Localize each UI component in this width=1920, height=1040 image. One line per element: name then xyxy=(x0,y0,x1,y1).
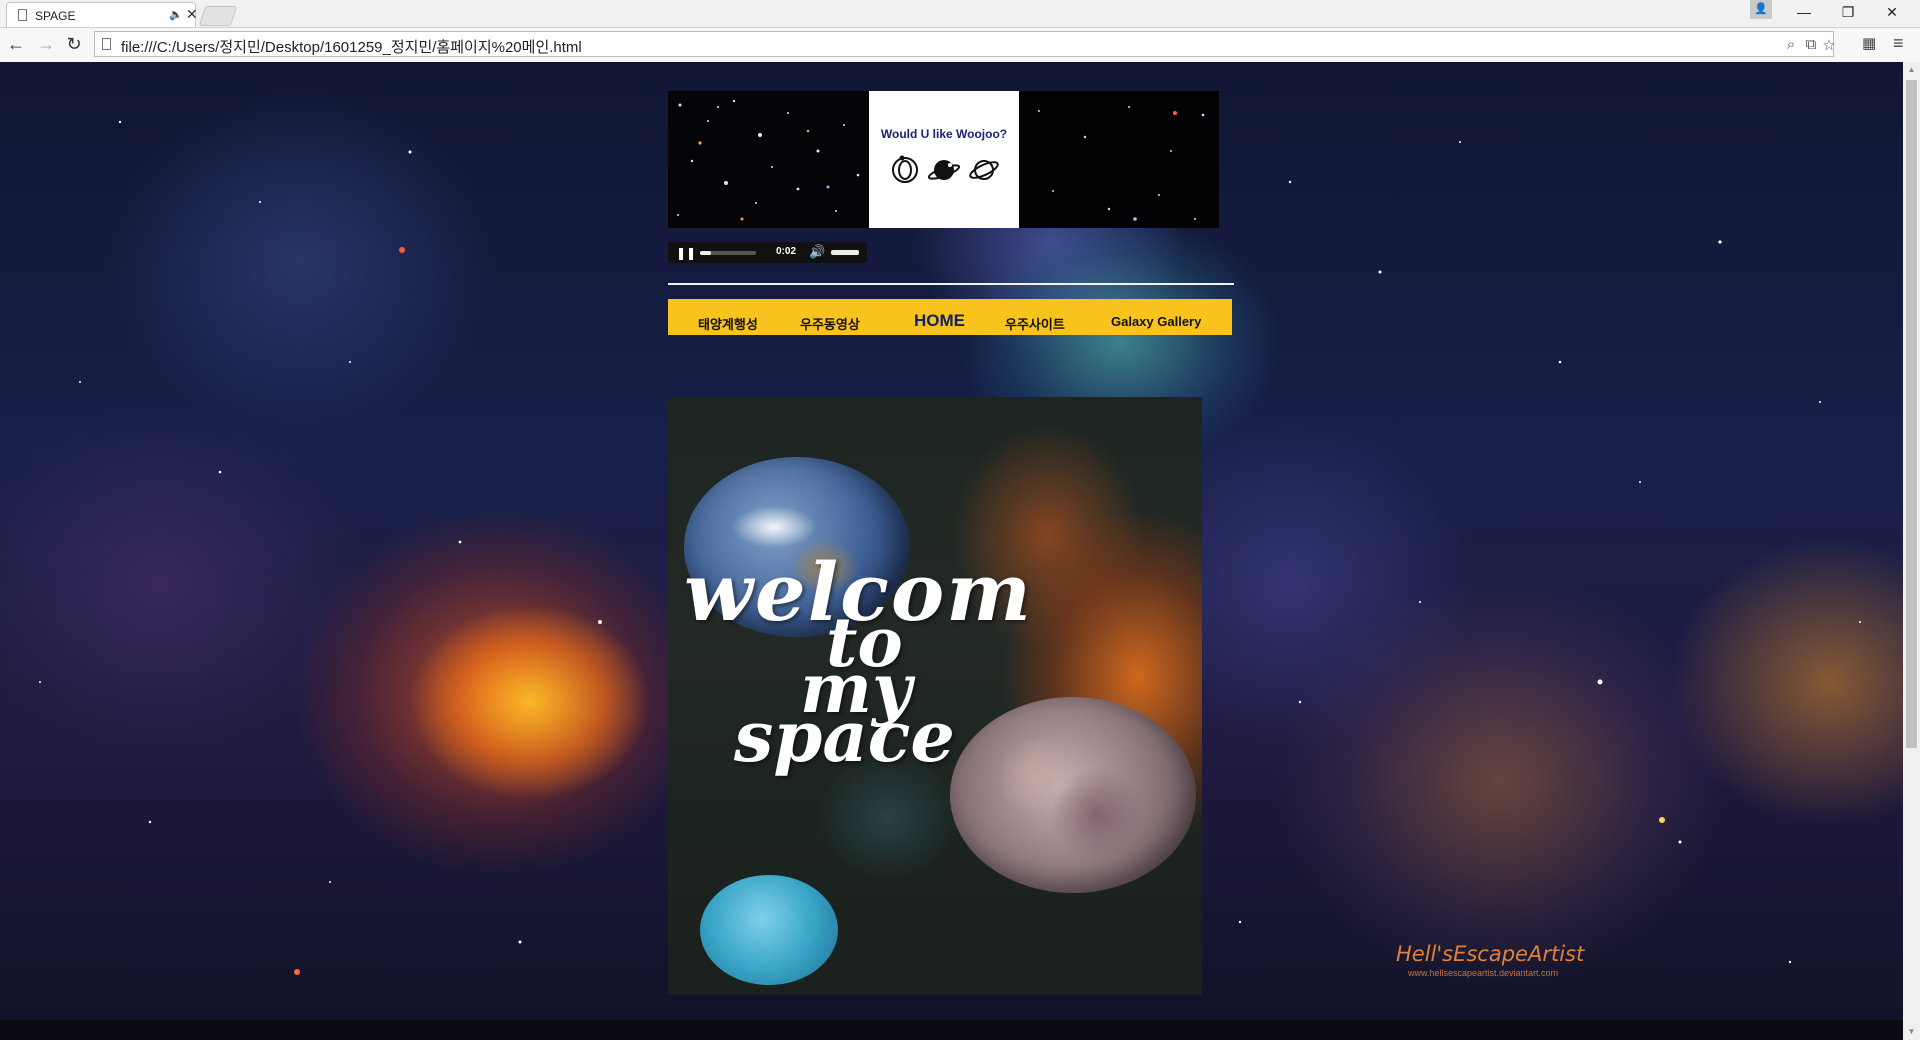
volume-icon[interactable]: 🔊 xyxy=(809,244,825,260)
back-button[interactable]: ← xyxy=(6,34,26,55)
hero-image: welcom to my space xyxy=(668,397,1202,995)
seek-bar[interactable] xyxy=(700,251,756,255)
audio-time: 0:02 xyxy=(776,246,797,257)
header-banner: Would U like Woojoo? xyxy=(668,91,1219,228)
ringed-planet-icon xyxy=(892,155,918,183)
zoom-icon[interactable]: ⌕ xyxy=(1781,36,1801,53)
scroll-thumb[interactable] xyxy=(1906,80,1917,748)
welcome-text: welcom to my space xyxy=(668,397,1202,995)
page-scrollbar[interactable]: ▲ ▼ xyxy=(1903,62,1920,1040)
new-tab-button[interactable] xyxy=(198,6,238,26)
banner-title-panel: Would U like Woojoo? xyxy=(869,91,1019,228)
welcome-line-4: space xyxy=(734,695,955,778)
menu-icon[interactable]: ≡ xyxy=(1893,33,1904,54)
scroll-up-arrow[interactable]: ▲ xyxy=(1903,62,1920,78)
nav-item-space-sites[interactable]: 우주사이트 xyxy=(1005,314,1065,333)
seek-progress xyxy=(700,251,712,255)
nav-item-home[interactable]: HOME xyxy=(914,311,965,331)
page-icon xyxy=(18,9,27,21)
close-tab-icon[interactable]: ✕ xyxy=(186,6,198,23)
browser-tab[interactable]: SPAGE 🔈 ✕ xyxy=(6,2,198,27)
address-bar[interactable]: file:///C:/Users/정지민/Desktop/1601259_정지민… xyxy=(94,31,1836,57)
main-nav: 태양계행성 우주동영상 HOME 우주사이트 Galaxy Gallery xyxy=(668,299,1232,335)
forward-button[interactable]: → xyxy=(36,34,56,55)
galaxy-field-image xyxy=(668,91,869,228)
url-text: file:///C:/Users/정지민/Desktop/1601259_정지민… xyxy=(121,39,582,56)
nav-item-space-videos[interactable]: 우주동영상 xyxy=(800,314,860,333)
bookmark-star-icon[interactable]: ☆ xyxy=(1819,36,1839,54)
nav-item-solar-planets[interactable]: 태양계행성 xyxy=(698,314,758,333)
volume-slider[interactable] xyxy=(831,250,859,255)
close-window-button[interactable]: ✕ xyxy=(1870,0,1914,24)
page-bottom-strip xyxy=(0,1020,1903,1040)
scroll-down-arrow[interactable]: ▼ xyxy=(1903,1024,1920,1040)
user-profile-icon[interactable]: 👤 xyxy=(1750,0,1772,19)
saturn-icon xyxy=(927,160,961,180)
audio-playing-icon[interactable]: 🔈 xyxy=(169,8,183,21)
restore-button[interactable]: ❐ xyxy=(1826,0,1870,24)
banner-title: Would U like Woojoo? xyxy=(880,127,1008,141)
browser-tab-strip: SPAGE 🔈 ✕ 👤 — ❐ ✕ xyxy=(0,0,1920,28)
page-viewport: Would U like Woojoo? ❚❚ 0:02 🔊 태양계행성 우주동… xyxy=(0,62,1920,1040)
watermark-url: www.hellsescapeartist.deviantart.com xyxy=(1408,968,1559,978)
artist-watermark: Hell'sEscapeArtist www.hellsescapeartist… xyxy=(1396,942,1626,1002)
page-icon xyxy=(102,38,111,50)
audio-player: ❚❚ 0:02 🔊 xyxy=(668,242,867,263)
pause-button[interactable]: ❚❚ xyxy=(676,246,696,260)
extension-icon[interactable]: ▦ xyxy=(1862,34,1876,52)
deep-space-image xyxy=(1019,91,1219,228)
tab-title: SPAGE xyxy=(35,9,76,23)
minimize-button[interactable]: — xyxy=(1782,0,1826,24)
reload-button[interactable]: ↻ xyxy=(64,34,84,55)
orbit-planet-icon xyxy=(969,160,999,180)
translate-icon[interactable]: ⧉ xyxy=(1801,36,1821,53)
toolbar: ← → ↻ file:///C:/Users/정지민/Desktop/16012… xyxy=(0,28,1920,63)
header-divider xyxy=(668,283,1234,285)
watermark-signature: Hell'sEscapeArtist xyxy=(1396,942,1585,966)
nav-item-galaxy-gallery[interactable]: Galaxy Gallery xyxy=(1111,314,1201,329)
